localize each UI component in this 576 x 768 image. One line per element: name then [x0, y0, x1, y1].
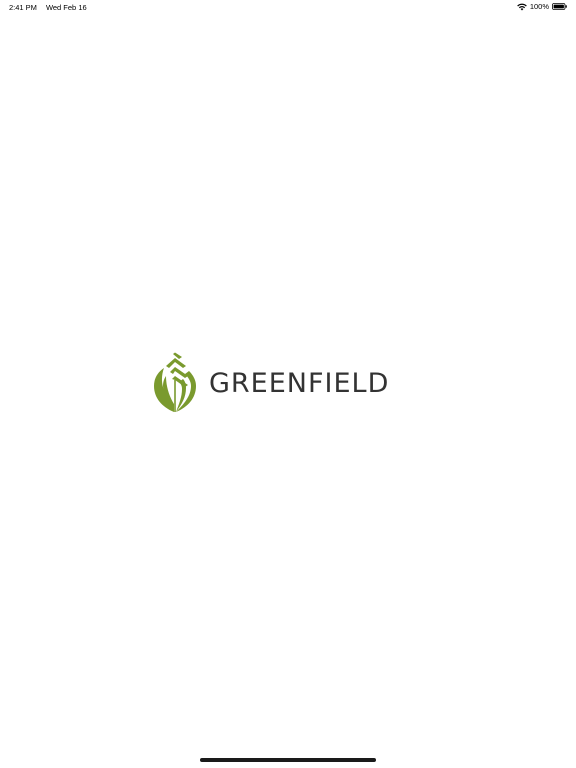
status-left: 2:41 PM Wed Feb 16 [9, 3, 87, 12]
status-bar: 2:41 PM Wed Feb 16 100% [0, 0, 576, 14]
battery-icon [552, 3, 567, 10]
leaf-icon [152, 352, 198, 414]
status-right: 100% [517, 2, 567, 11]
brand-name: GREENFIELD [209, 367, 390, 399]
home-indicator[interactable] [200, 758, 376, 762]
status-date: Wed Feb 16 [45, 3, 87, 12]
splash-logo: GREENFIELD [152, 352, 389, 414]
status-time: 2:41 PM [9, 3, 37, 12]
wifi-icon [517, 3, 527, 11]
splash-screen: 2:41 PM Wed Feb 16 100% GREENFIELD [0, 0, 576, 768]
battery-percentage: 100% [529, 2, 549, 11]
